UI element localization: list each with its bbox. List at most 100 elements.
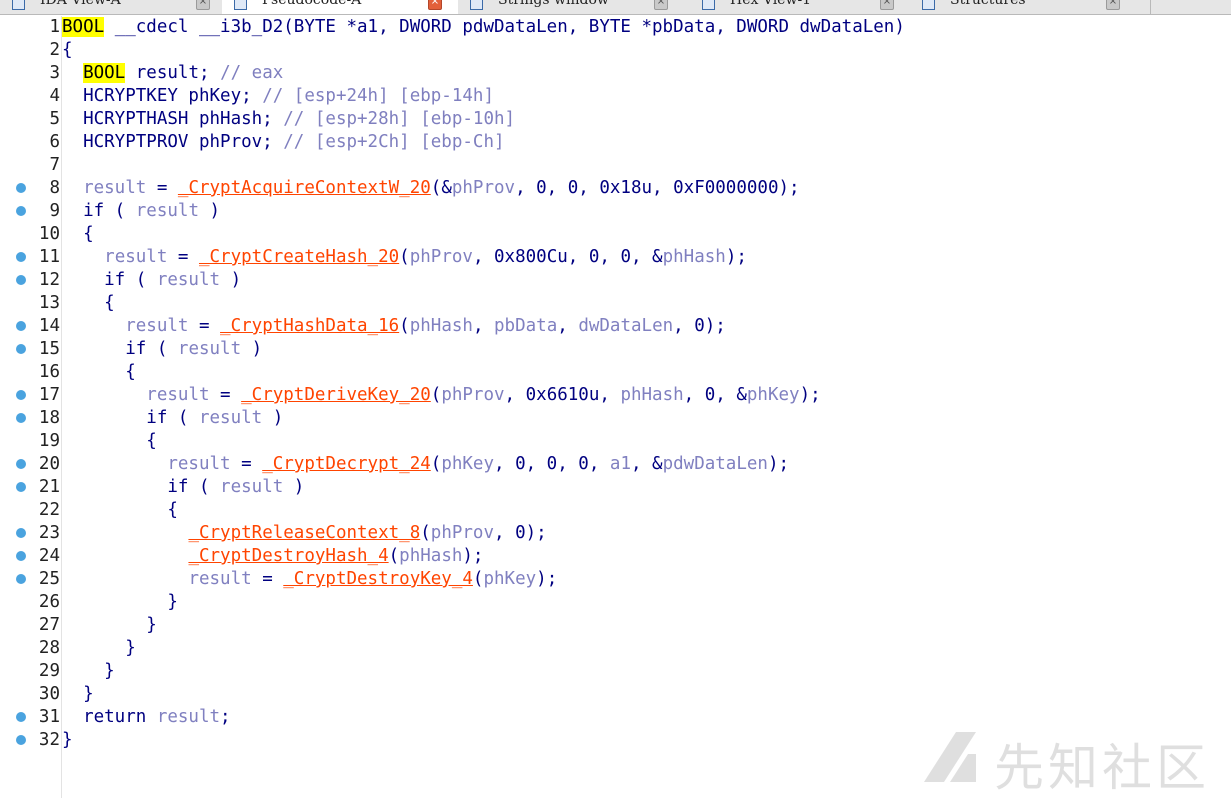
- breakpoint-dot-icon[interactable]: [16, 183, 26, 193]
- close-tab-icon[interactable]: ×: [196, 0, 210, 10]
- code-line[interactable]: 23 _CryptReleaseContext_8(phProv, 0);: [0, 522, 1231, 545]
- code-text[interactable]: HCRYPTKEY phKey; // [esp+24h] [ebp-14h]: [62, 85, 494, 108]
- code-text[interactable]: }: [62, 660, 115, 683]
- code-text[interactable]: if ( result ): [62, 338, 262, 361]
- breakpoint-dot-icon[interactable]: [16, 206, 26, 216]
- code-text[interactable]: }: [62, 729, 73, 752]
- code-line[interactable]: 19 {: [0, 430, 1231, 453]
- code-text[interactable]: {: [62, 361, 136, 384]
- code-line[interactable]: 9 if ( result ): [0, 200, 1231, 223]
- code-line[interactable]: 29 }: [0, 660, 1231, 683]
- breakpoint-dot-icon[interactable]: [16, 459, 26, 469]
- code-line[interactable]: 2{: [0, 39, 1231, 62]
- code-line[interactable]: 8 result = _CryptAcquireContextW_20(&phP…: [0, 177, 1231, 200]
- breakpoint-dot-icon[interactable]: [16, 321, 26, 331]
- code-line[interactable]: 15 if ( result ): [0, 338, 1231, 361]
- tab-pseudocode-a[interactable]: Pseudocode-A ×: [222, 0, 459, 14]
- code-text[interactable]: BOOL result; // eax: [62, 62, 283, 85]
- line-number: 21: [38, 477, 60, 497]
- tab-strings-window[interactable]: Strings window ×: [458, 0, 691, 14]
- breakpoint-dot-icon[interactable]: [16, 528, 26, 538]
- code-line[interactable]: 5 HCRYPTHASH phHash; // [esp+28h] [ebp-1…: [0, 108, 1231, 131]
- code-line[interactable]: 28 }: [0, 637, 1231, 660]
- code-line[interactable]: 6 HCRYPTPROV phProv; // [esp+2Ch] [ebp-C…: [0, 131, 1231, 154]
- code-line[interactable]: 13 {: [0, 292, 1231, 315]
- code-text[interactable]: result = _CryptDecrypt_24(phKey, 0, 0, 0…: [62, 453, 789, 476]
- code-text[interactable]: result = _CryptDeriveKey_20(phProv, 0x66…: [62, 384, 820, 407]
- code-line[interactable]: 14 result = _CryptHashData_16(phHash, pb…: [0, 315, 1231, 338]
- code-line[interactable]: 24 _CryptDestroyHash_4(phHash);: [0, 545, 1231, 568]
- code-text[interactable]: if ( result ): [62, 200, 220, 223]
- line-number: 23: [38, 523, 60, 543]
- code-line[interactable]: 27 }: [0, 614, 1231, 637]
- breakpoint-dot-icon[interactable]: [16, 712, 26, 722]
- line-number: 15: [38, 339, 60, 359]
- close-tab-icon[interactable]: ×: [654, 0, 668, 10]
- tab-hex-view-1[interactable]: Hex View-1 ×: [690, 0, 911, 14]
- close-tab-icon[interactable]: ×: [1106, 0, 1120, 10]
- code-text[interactable]: {: [62, 223, 94, 246]
- code-line[interactable]: 30 }: [0, 683, 1231, 706]
- code-text[interactable]: {: [62, 430, 157, 453]
- code-text[interactable]: if ( result ): [62, 407, 283, 430]
- code-text[interactable]: {: [62, 499, 178, 522]
- code-line[interactable]: 1 BOOL __cdecl __i3b_D2(BYTE *a1, DWORD p…: [0, 16, 1231, 39]
- code-text[interactable]: if ( result ): [62, 476, 304, 499]
- line-number: 11: [38, 247, 60, 267]
- breakpoint-dot-icon[interactable]: [16, 344, 26, 354]
- code-line[interactable]: 22 {: [0, 499, 1231, 522]
- code-line[interactable]: 12 if ( result ): [0, 269, 1231, 292]
- breakpoint-dot-icon[interactable]: [16, 482, 26, 492]
- code-line[interactable]: 20 result = _CryptDecrypt_24(phKey, 0, 0…: [0, 453, 1231, 476]
- code-text[interactable]: }: [62, 637, 136, 660]
- code-text[interactable]: return result;: [62, 706, 231, 729]
- breakpoint-dot-icon[interactable]: [16, 574, 26, 584]
- code-text[interactable]: {: [62, 292, 115, 315]
- line-number: 17: [38, 385, 60, 405]
- code-text[interactable]: {: [62, 39, 73, 62]
- code-text[interactable]: HCRYPTPROV phProv; // [esp+2Ch] [ebp-Ch]: [62, 131, 504, 154]
- code-line[interactable]: 21 if ( result ): [0, 476, 1231, 499]
- code-text[interactable]: _CryptReleaseContext_8(phProv, 0);: [62, 522, 546, 545]
- code-text[interactable]: }: [62, 614, 157, 637]
- code-text[interactable]: }: [62, 591, 178, 614]
- code-line[interactable]: 7: [0, 154, 1231, 177]
- breakpoint-dot-icon[interactable]: [16, 735, 26, 745]
- line-number: 12: [38, 270, 60, 290]
- breakpoint-dot-icon[interactable]: [16, 252, 26, 262]
- line-number: 4: [49, 86, 60, 106]
- code-text[interactable]: result = _CryptCreateHash_20(phProv, 0x8…: [62, 246, 747, 269]
- code-line[interactable]: 17 result = _CryptDeriveKey_20(phProv, 0…: [0, 384, 1231, 407]
- breakpoint-dot-icon[interactable]: [16, 551, 26, 561]
- close-tab-icon[interactable]: ×: [428, 0, 442, 10]
- code-text[interactable]: result = _CryptHashData_16(phHash, pbDat…: [62, 315, 726, 338]
- ida-view-icon: [12, 0, 25, 10]
- code-line[interactable]: 4 HCRYPTKEY phKey; // [esp+24h] [ebp-14h…: [0, 85, 1231, 108]
- breakpoint-dot-icon[interactable]: [16, 390, 26, 400]
- tab-label: Pseudocode-A: [262, 0, 362, 8]
- tab-structures[interactable]: Structures ×: [910, 0, 1151, 14]
- close-tab-icon[interactable]: ×: [880, 0, 894, 10]
- code-line[interactable]: 26 }: [0, 591, 1231, 614]
- code-text[interactable]: BOOL __cdecl __i3b_D2(BYTE *a1, DWORD pd…: [62, 16, 905, 39]
- code-text[interactable]: if ( result ): [62, 269, 241, 292]
- code-line[interactable]: 16 {: [0, 361, 1231, 384]
- code-text[interactable]: result = _CryptDestroyKey_4(phKey);: [62, 568, 557, 591]
- code-line[interactable]: 10 {: [0, 223, 1231, 246]
- pseudocode-icon: [234, 0, 247, 10]
- line-number: 3: [49, 63, 60, 83]
- strings-icon: [470, 0, 483, 10]
- line-number: 18: [38, 408, 60, 428]
- code-text[interactable]: HCRYPTHASH phHash; // [esp+28h] [ebp-10h…: [62, 108, 515, 131]
- line-number: 29: [38, 661, 60, 681]
- code-line[interactable]: 25 result = _CryptDestroyKey_4(phKey);: [0, 568, 1231, 591]
- code-line[interactable]: 3 BOOL result; // eax: [0, 62, 1231, 85]
- code-text[interactable]: result = _CryptAcquireContextW_20(&phPro…: [62, 177, 799, 200]
- code-text[interactable]: _CryptDestroyHash_4(phHash);: [62, 545, 483, 568]
- code-line[interactable]: 18 if ( result ): [0, 407, 1231, 430]
- code-line[interactable]: 11 result = _CryptCreateHash_20(phProv, …: [0, 246, 1231, 269]
- breakpoint-dot-icon[interactable]: [16, 413, 26, 423]
- tab-ida-view-a[interactable]: IDA View-A ×: [0, 0, 223, 14]
- code-text[interactable]: }: [62, 683, 94, 706]
- breakpoint-dot-icon[interactable]: [16, 275, 26, 285]
